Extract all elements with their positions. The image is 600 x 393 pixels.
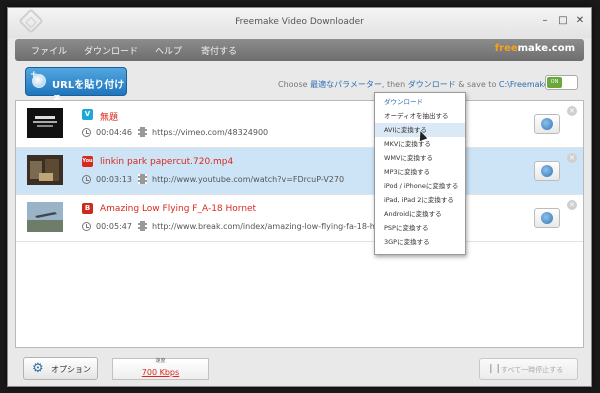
dropdown-item-android[interactable]: Androidに変換する bbox=[375, 207, 465, 221]
download-row[interactable]: B Amazing Low Flying F_A-18 Hornet 00:05… bbox=[16, 195, 583, 242]
open-in-browser-button[interactable] bbox=[534, 161, 560, 181]
brand-logo[interactable]: freemake.com bbox=[495, 43, 575, 54]
speed-limit: 速度 700 Kbps bbox=[112, 358, 209, 380]
minimize-button[interactable]: – bbox=[538, 14, 552, 28]
parameter-link[interactable]: 最適なパラメーター bbox=[310, 80, 382, 89]
video-thumbnail bbox=[27, 155, 63, 185]
youtube-icon: You bbox=[82, 156, 93, 167]
break-icon: B bbox=[82, 203, 93, 214]
remove-download-button[interactable]: ✕ bbox=[567, 106, 577, 116]
download-row[interactable]: You linkin park papercut.720.mp4 00:03:1… bbox=[16, 148, 583, 195]
menu-help[interactable]: ヘルプ bbox=[155, 44, 182, 57]
action-dropdown-menu: ダウンロード オーディオを抽出する AVIに変換する MKVに変換する WMVに… bbox=[374, 92, 466, 255]
film-icon bbox=[138, 221, 147, 231]
menu-download[interactable]: ダウンロード bbox=[84, 44, 138, 57]
vimeo-icon: V bbox=[82, 109, 93, 120]
globe-icon bbox=[541, 165, 553, 177]
download-list: V 無題 00:04:46 https://vimeo.com/48324900… bbox=[15, 100, 584, 348]
clock-icon bbox=[82, 222, 91, 231]
open-in-browser-button[interactable] bbox=[534, 114, 560, 134]
duration: 00:03:13 bbox=[96, 175, 132, 184]
download-title: linkin park papercut.720.mp4 bbox=[100, 157, 234, 167]
close-button[interactable]: ✕ bbox=[573, 14, 587, 28]
download-row[interactable]: V 無題 00:04:46 https://vimeo.com/48324900… bbox=[16, 101, 583, 148]
remove-download-button[interactable]: ✕ bbox=[567, 200, 577, 210]
menu-file[interactable]: ファイル bbox=[31, 44, 67, 57]
maximize-button[interactable]: □ bbox=[556, 14, 570, 28]
source-url: http://www.youtube.com/watch?v=FDrcuP-V2… bbox=[152, 175, 345, 184]
film-icon bbox=[138, 174, 147, 184]
dropdown-item-psp[interactable]: PSPに変換する bbox=[375, 221, 465, 235]
dropdown-item-ipod[interactable]: iPod / iPhoneに変換する bbox=[375, 179, 465, 193]
output-settings-line: Choose 最適なパラメーター, then ダウンロード & save to … bbox=[278, 80, 574, 89]
film-icon bbox=[138, 127, 147, 137]
pause-all-button[interactable]: ❙❙ すべて一時停止する bbox=[479, 358, 578, 380]
dropdown-item-wmv[interactable]: WMVに変換する bbox=[375, 151, 465, 165]
gear-icon: ⚙ bbox=[32, 361, 44, 376]
menu-donate[interactable]: 寄付する bbox=[201, 44, 237, 57]
clock-icon bbox=[82, 128, 91, 137]
plus-icon: + bbox=[30, 70, 38, 80]
download-title: Amazing Low Flying F_A-18 Hornet bbox=[100, 204, 257, 214]
window-title: Freemake Video Downloader bbox=[235, 17, 364, 27]
open-in-browser-button[interactable] bbox=[534, 208, 560, 228]
clock-icon bbox=[82, 175, 91, 184]
speed-value-link[interactable]: 700 Kbps bbox=[113, 368, 208, 377]
download-title: 無題 bbox=[100, 113, 119, 123]
dropdown-item-ipad[interactable]: iPad, iPad 2に変換する bbox=[375, 193, 465, 207]
remove-download-button[interactable]: ✕ bbox=[567, 153, 577, 163]
dropdown-item-extract-audio[interactable]: オーディオを抽出する bbox=[375, 109, 465, 123]
dropdown-item-3gp[interactable]: 3GPに変換する bbox=[375, 235, 465, 249]
menu-bar: ファイル ダウンロード ヘルプ 寄付する freemake.com bbox=[15, 39, 584, 61]
bottom-bar: ⚙ オプション 速度 700 Kbps ❙❙ すべて一時停止する bbox=[8, 352, 591, 386]
duration: 00:04:46 bbox=[96, 128, 132, 137]
options-button[interactable]: ⚙ オプション bbox=[23, 357, 98, 380]
source-url: https://vimeo.com/48324900 bbox=[152, 128, 269, 137]
globe-icon bbox=[541, 118, 553, 130]
duration: 00:05:47 bbox=[96, 222, 132, 231]
dropdown-item-mp3[interactable]: MP3に変換する bbox=[375, 165, 465, 179]
action-link[interactable]: ダウンロード bbox=[408, 80, 456, 89]
title-bar: Freemake Video Downloader – □ ✕ bbox=[8, 8, 591, 38]
app-window: Freemake Video Downloader – □ ✕ ファイル ダウン… bbox=[7, 7, 592, 387]
video-thumbnail bbox=[27, 202, 63, 232]
pause-icon: ❙❙ bbox=[487, 364, 503, 374]
paste-url-button[interactable]: + URLを貼り付ける bbox=[25, 67, 127, 106]
globe-icon bbox=[541, 212, 553, 224]
video-thumbnail bbox=[27, 108, 63, 138]
auto-download-toggle[interactable]: ON bbox=[545, 75, 578, 90]
dropdown-item-download[interactable]: ダウンロード bbox=[375, 95, 465, 109]
